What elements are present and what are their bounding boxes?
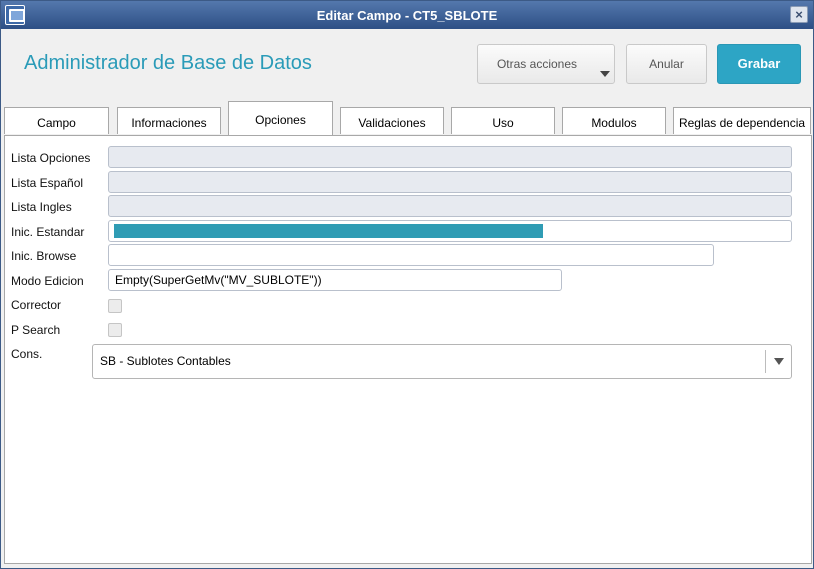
inic-browse-field[interactable] [108, 244, 714, 266]
lista-ingles-label: Lista Ingles [11, 200, 72, 214]
title-bar[interactable]: Editar Campo - CT5_SBLOTE × [1, 1, 813, 29]
tab-validaciones[interactable]: Validaciones [340, 107, 444, 134]
select-divider [765, 350, 766, 373]
cons-select-value: SB - Sublotes Contables [100, 354, 231, 368]
cons-label: Cons. [11, 347, 43, 361]
dialog-window: Editar Campo - CT5_SBLOTE × Administrado… [0, 0, 814, 569]
window-title: Editar Campo - CT5_SBLOTE [316, 8, 498, 23]
tab-informaciones[interactable]: Informaciones [117, 107, 221, 134]
inic-browse-label: Inic. Browse [11, 249, 77, 263]
otras-acciones-label: Otras acciones [496, 57, 578, 71]
modo-edicion-field[interactable]: Empty(SuperGetMv("MV_SUBLOTE")) [108, 269, 562, 291]
inic-estandar-label: Inic. Estandar [11, 225, 85, 239]
chevron-down-icon [600, 71, 610, 77]
text-selection-highlight [114, 224, 543, 238]
inic-estandar-field[interactable] [108, 220, 792, 242]
lista-opciones-field[interactable] [108, 146, 792, 168]
p-search-label: P Search [11, 323, 61, 337]
tab-campo[interactable]: Campo [4, 107, 109, 134]
dropdown-arrow-icon[interactable] [774, 358, 784, 365]
otras-acciones-button[interactable]: Otras acciones [477, 44, 615, 84]
anular-button[interactable]: Anular [626, 44, 707, 84]
lista-espanol-label: Lista Español [11, 176, 84, 190]
lista-ingles-field[interactable] [108, 195, 792, 217]
p-search-checkbox[interactable] [108, 323, 122, 337]
page-title: Administrador de Base de Datos [24, 52, 312, 74]
tab-bar: Campo Informaciones Opciones Validacione… [1, 97, 813, 135]
lista-opciones-label: Lista Opciones [11, 151, 91, 165]
cons-select[interactable]: SB - Sublotes Contables [92, 344, 792, 379]
tab-reglas-de-dependencia[interactable]: Reglas de dependencia [673, 107, 811, 134]
corrector-checkbox[interactable] [108, 299, 122, 313]
tab-opciones[interactable]: Opciones [228, 101, 333, 135]
grabar-button[interactable]: Grabar [717, 44, 801, 84]
header: Administrador de Base de Datos Otras acc… [1, 29, 813, 97]
close-button[interactable]: × [790, 6, 808, 23]
form-panel: Lista Opciones Lista Español Lista Ingle… [4, 135, 812, 564]
tab-uso[interactable]: Uso [451, 107, 555, 134]
modo-edicion-label: Modo Edicion [11, 274, 84, 288]
tab-modulos[interactable]: Modulos [562, 107, 666, 134]
corrector-label: Corrector [11, 298, 62, 312]
lista-espanol-field[interactable] [108, 171, 792, 193]
